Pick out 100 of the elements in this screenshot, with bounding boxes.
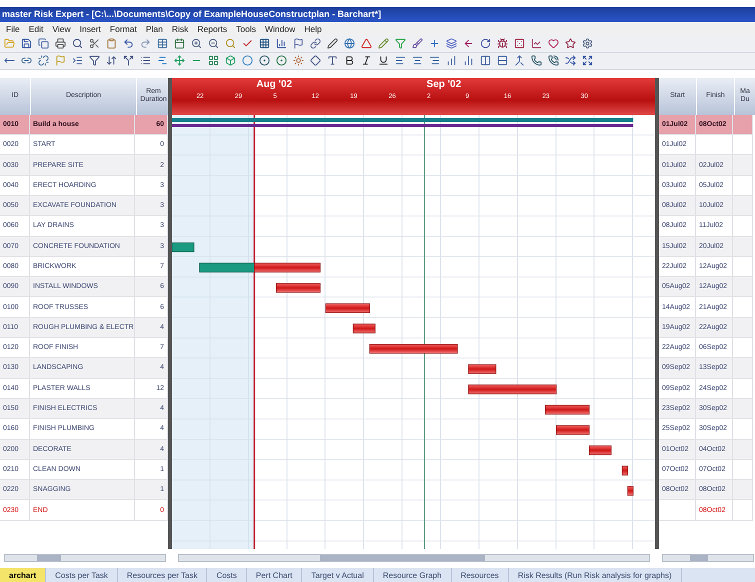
sheet-tab[interactable]: Costs per Task [46, 568, 118, 582]
sheet-tab[interactable]: Costs [207, 568, 247, 582]
menu-item[interactable]: Risk [172, 24, 188, 34]
split-icon[interactable] [123, 55, 134, 66]
task-bar[interactable] [622, 466, 628, 476]
task-bar[interactable] [352, 323, 376, 334]
chart-icon[interactable] [463, 55, 474, 66]
table-icon[interactable] [157, 38, 168, 50]
shuffle-icon[interactable] [565, 55, 576, 66]
task-bar[interactable] [556, 424, 590, 435]
task-bar[interactable] [172, 242, 194, 252]
sheet-tab[interactable]: Resources per Task [118, 568, 208, 582]
rotate-icon[interactable] [480, 38, 491, 50]
heart-icon[interactable] [548, 38, 559, 50]
menu-item[interactable]: Window [264, 24, 296, 34]
link-icon[interactable] [310, 38, 321, 50]
scissors-icon[interactable] [89, 38, 100, 50]
filter-icon[interactable] [395, 38, 406, 50]
dice-icon[interactable] [514, 38, 525, 50]
globe-icon[interactable] [344, 38, 355, 50]
diamond-icon[interactable] [310, 55, 321, 66]
sheet-tab[interactable]: Target v Actual [302, 568, 374, 582]
copy-icon[interactable] [38, 38, 49, 50]
scrollbar[interactable] [4, 554, 166, 562]
sort-icon[interactable] [106, 55, 117, 66]
settings-icon[interactable] [582, 38, 593, 50]
task-bar[interactable] [369, 344, 458, 354]
align-icon[interactable] [429, 55, 440, 66]
menu-item[interactable]: File [6, 24, 20, 34]
grid-icon[interactable] [259, 38, 270, 50]
columns-icon[interactable] [480, 55, 491, 66]
move-icon[interactable] [174, 55, 185, 66]
sheet-tab[interactable]: Resources [452, 568, 509, 582]
pencil-icon[interactable] [378, 38, 389, 50]
indent-icon[interactable] [72, 55, 83, 66]
expand-icon[interactable] [582, 55, 593, 66]
triangle-icon[interactable] [361, 38, 372, 50]
search-icon[interactable] [225, 38, 236, 50]
chart-icon[interactable] [531, 38, 542, 50]
filter-icon[interactable] [89, 55, 100, 66]
chart-icon[interactable] [276, 38, 287, 50]
find-icon[interactable] [72, 38, 83, 50]
task-bar[interactable] [468, 384, 557, 394]
menu-item[interactable]: Edit [28, 24, 44, 34]
scrollbar[interactable] [662, 554, 754, 562]
align-icon[interactable] [412, 55, 423, 66]
sheet-tab[interactable]: Risk Results (Run Risk analysis for graphs) [508, 568, 682, 582]
list-icon[interactable] [140, 55, 151, 66]
task-bar[interactable] [588, 445, 612, 455]
menu-item[interactable]: Format [110, 24, 137, 34]
phone-icon[interactable] [548, 55, 559, 66]
sheet-tab[interactable]: archart [0, 568, 46, 582]
underline-icon[interactable] [378, 55, 389, 66]
menu-item[interactable]: Help [304, 24, 322, 34]
task-bar[interactable] [627, 486, 634, 496]
menu-item[interactable]: Plan [146, 24, 163, 34]
flag-icon[interactable] [293, 38, 304, 50]
dot-icon[interactable] [276, 55, 287, 66]
dot-icon[interactable] [259, 55, 270, 66]
chart-icon[interactable] [446, 55, 457, 66]
star-icon[interactable] [565, 38, 576, 50]
box-icon[interactable] [225, 55, 236, 66]
zoom-in-icon[interactable] [191, 38, 202, 50]
menu-item[interactable]: Insert [80, 24, 101, 34]
calendar-icon[interactable] [174, 38, 185, 50]
plus-icon[interactable] [429, 38, 440, 50]
redo-icon[interactable] [140, 38, 151, 50]
layers-icon[interactable] [446, 38, 457, 50]
undo-icon[interactable] [123, 38, 134, 50]
phone-icon[interactable] [531, 55, 542, 66]
merge-icon[interactable] [514, 55, 525, 66]
rows-icon[interactable] [497, 55, 508, 66]
circle-icon[interactable] [242, 55, 253, 66]
arrow-icon[interactable] [463, 38, 474, 50]
scrollbar[interactable] [178, 554, 650, 562]
align-icon[interactable] [395, 55, 406, 66]
zoom-out-icon[interactable] [208, 38, 219, 50]
link-icon[interactable] [21, 55, 32, 66]
sun-icon[interactable] [293, 55, 304, 66]
task-bar[interactable] [545, 404, 590, 414]
unlink-icon[interactable] [38, 55, 49, 66]
sheet-tab[interactable]: Resource Graph [374, 568, 452, 582]
menu-item[interactable]: View [52, 24, 71, 34]
clipboard-icon[interactable] [106, 38, 117, 50]
month-label: Sep '02 [426, 78, 462, 90]
bar-icon[interactable] [157, 55, 168, 66]
printer-icon[interactable] [55, 38, 66, 50]
menu-item[interactable]: Tools [236, 24, 256, 34]
pen-icon[interactable] [327, 38, 338, 50]
task-bar[interactable] [325, 303, 370, 313]
brush-icon[interactable] [412, 38, 423, 50]
task-bar[interactable] [276, 282, 321, 292]
layout-icon[interactable] [208, 55, 219, 66]
italic-icon[interactable] [361, 55, 372, 66]
save-icon[interactable] [21, 38, 32, 50]
menu-item[interactable]: Reports [197, 24, 228, 34]
bug-icon[interactable] [497, 38, 508, 50]
type-icon[interactable] [327, 55, 338, 66]
bold-icon[interactable] [344, 55, 355, 66]
sheet-tab[interactable]: Pert Chart [246, 568, 302, 582]
